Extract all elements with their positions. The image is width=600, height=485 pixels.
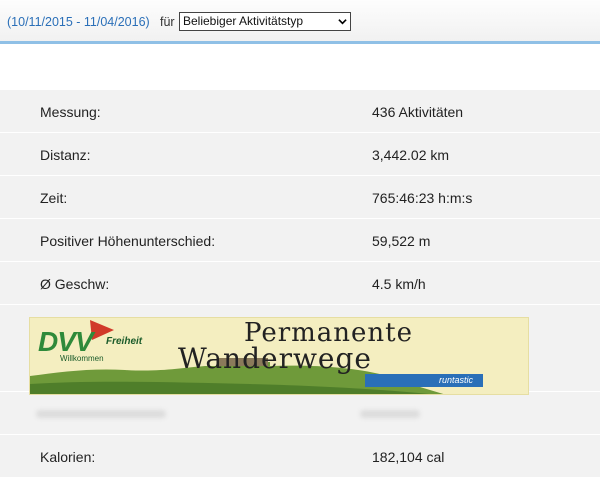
stat-label: Positiver Höhenunterschied: bbox=[40, 233, 216, 249]
obscured-value bbox=[360, 410, 420, 418]
fuer-label: für bbox=[160, 15, 175, 29]
stat-value: 436 Aktivitäten bbox=[372, 104, 464, 120]
stat-value: 4.5 km/h bbox=[372, 276, 426, 292]
stat-row-hoehe: Positiver Höhenunterschied: 59,522 m bbox=[0, 219, 600, 262]
activity-type-value: Beliebiger Aktivitätstyp bbox=[183, 14, 304, 28]
banner-title-line2: Wanderwege bbox=[178, 342, 372, 375]
stat-row-zeit: Zeit: 765:46:23 h:m:s bbox=[0, 176, 600, 219]
date-range-link[interactable]: (10/11/2015 - 11/04/2016) bbox=[7, 15, 150, 29]
chevron-down-icon bbox=[338, 19, 347, 25]
stat-label: Distanz: bbox=[40, 147, 91, 163]
stat-value: 59,522 m bbox=[372, 233, 431, 249]
stat-label: Zeit: bbox=[40, 190, 68, 206]
obscured-label bbox=[36, 410, 166, 418]
permanente-wanderwege-banner: DVV Freiheit Willkommen Permanente Wande… bbox=[29, 317, 529, 395]
stat-row-kalorien: Kalorien: 182,104 cal bbox=[0, 435, 600, 478]
activity-type-select[interactable]: Beliebiger Aktivitätstyp bbox=[179, 12, 351, 31]
willkommen-text: Willkommen bbox=[60, 354, 104, 363]
stat-row-distanz: Distanz: 3,442.02 km bbox=[0, 133, 600, 176]
stat-label: Messung: bbox=[40, 104, 101, 120]
stat-label: Ø Geschw: bbox=[40, 276, 110, 292]
stat-value: 765:46:23 h:m:s bbox=[372, 190, 473, 206]
runtastic-logo: runtastic bbox=[365, 374, 483, 387]
stat-row-obscured bbox=[0, 392, 600, 435]
stat-value: 182,104 cal bbox=[372, 449, 445, 465]
freiheit-text: Freiheit bbox=[106, 336, 143, 347]
filter-bar: (10/11/2015 - 11/04/2016) für Beliebiger… bbox=[0, 0, 600, 44]
stat-row-messung: Messung: 436 Aktivitäten bbox=[0, 90, 600, 133]
stat-value: 3,442.02 km bbox=[372, 147, 450, 163]
stats-table: Messung: 436 Aktivitäten Distanz: 3,442.… bbox=[0, 90, 600, 478]
stat-label: Kalorien: bbox=[40, 449, 96, 465]
stat-row-geschw: Ø Geschw: 4.5 km/h bbox=[0, 262, 600, 305]
